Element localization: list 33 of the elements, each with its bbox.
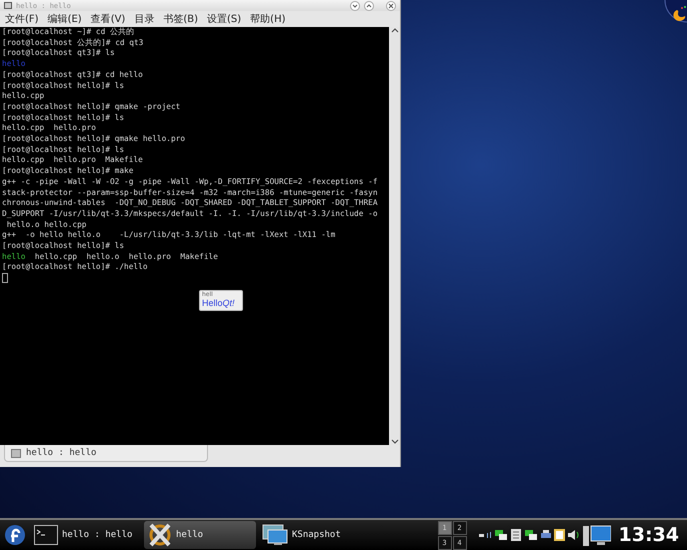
x-logo-icon bbox=[148, 523, 172, 547]
scroll-down-icon[interactable] bbox=[390, 439, 398, 445]
menu-item[interactable]: 编辑(E) bbox=[48, 12, 82, 26]
maximize-icon[interactable] bbox=[364, 0, 374, 10]
minimize-icon[interactable] bbox=[350, 0, 360, 10]
terminal-icon bbox=[4, 2, 12, 9]
clock: 13:34 bbox=[618, 524, 679, 546]
menu-item[interactable]: 文件(F) bbox=[5, 12, 39, 26]
cursor bbox=[2, 273, 8, 284]
menu-item[interactable]: 目录 bbox=[134, 12, 154, 26]
tray-dots-icon[interactable] bbox=[478, 530, 491, 540]
taskbar-task[interactable]: KSnapshot bbox=[258, 521, 370, 549]
computer-icon[interactable] bbox=[582, 524, 611, 546]
fedora-logo-icon[interactable] bbox=[4, 524, 26, 546]
menu-item[interactable]: 查看(V) bbox=[90, 12, 126, 26]
terminal-icon bbox=[34, 525, 58, 545]
network-icon[interactable] bbox=[494, 529, 508, 541]
speaker-icon[interactable] bbox=[568, 530, 580, 540]
menu-item[interactable]: 帮助(H) bbox=[250, 12, 286, 26]
clipboard-icon[interactable] bbox=[554, 529, 565, 541]
close-icon[interactable] bbox=[386, 0, 396, 10]
terminal-tab[interactable]: hello : hello bbox=[4, 445, 208, 462]
menu-item[interactable]: 书签(B) bbox=[163, 12, 198, 26]
document-icon[interactable] bbox=[510, 529, 521, 541]
network-icon[interactable] bbox=[524, 529, 538, 541]
taskbar-task[interactable]: hello : hello bbox=[30, 521, 142, 549]
terminal-icon bbox=[11, 448, 21, 458]
monitor-icon bbox=[262, 524, 288, 546]
taskbar-task[interactable]: hello bbox=[144, 521, 256, 549]
scroll-up-icon[interactable] bbox=[390, 27, 398, 33]
printer-icon[interactable] bbox=[540, 530, 551, 540]
hello-label: HelloQt! bbox=[202, 298, 236, 308]
menu-item[interactable]: 设置(S) bbox=[207, 12, 242, 26]
